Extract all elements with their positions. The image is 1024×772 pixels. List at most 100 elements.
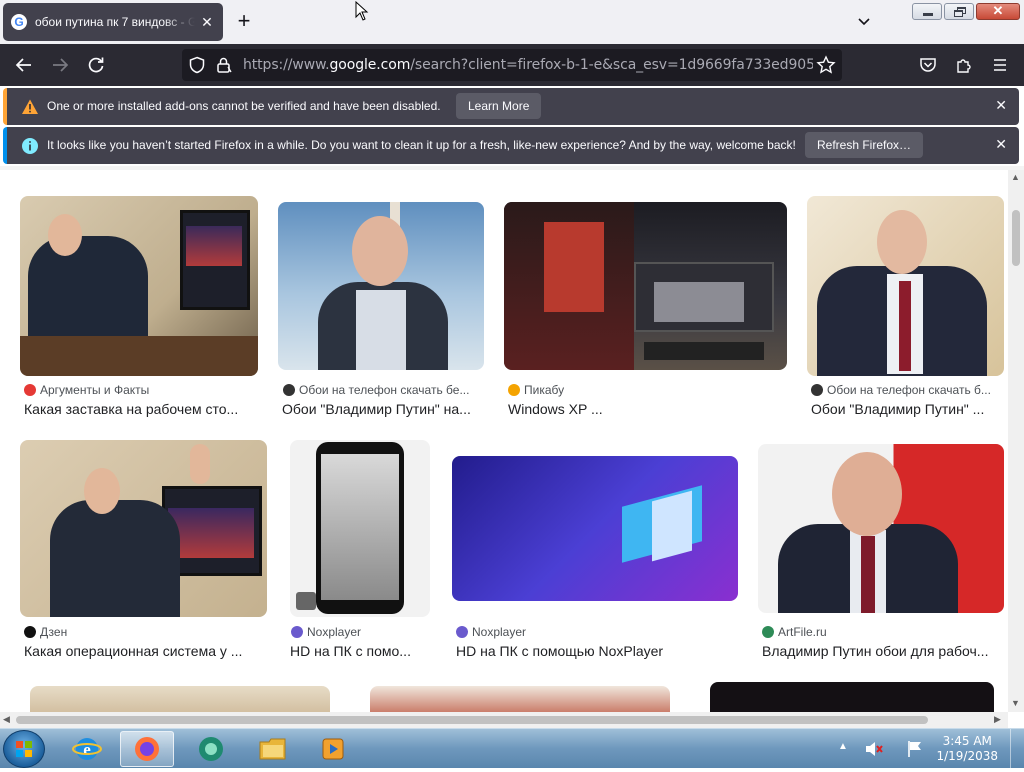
navigation-toolbar: https://www.google.com/search?client=fir… [0, 44, 1024, 86]
tab-close-icon[interactable]: ✕ [199, 14, 215, 31]
pocket-icon [920, 58, 936, 72]
warning-icon [22, 99, 38, 114]
vertical-scrollbar[interactable]: ▲ ▼ [1008, 170, 1024, 712]
learn-more-button[interactable]: Learn More [456, 93, 542, 119]
system-tray: ▲ 3:45 AM 1/19/2038 [834, 729, 1024, 769]
window-controls: ✕ [912, 3, 1020, 20]
taskbar-internet-explorer[interactable]: e [60, 731, 114, 767]
app-menu-button[interactable] [988, 53, 1012, 77]
image-results-grid: Аргументы и Факты Какая заставка на рабо… [0, 170, 1008, 712]
result-title[interactable]: Windows XP ... [508, 401, 784, 417]
reload-button[interactable] [84, 53, 108, 77]
url-text[interactable]: https://www.google.com/search?client=fir… [243, 57, 813, 73]
result-thumbnail[interactable] [20, 196, 258, 376]
tracking-protection-shield-icon[interactable] [188, 56, 206, 74]
close-icon[interactable]: ✕ [995, 97, 1007, 114]
folder-icon [259, 738, 286, 760]
system-clock[interactable]: 3:45 AM 1/19/2038 [936, 734, 998, 764]
result-title[interactable]: HD на ПК с помощью NoxPlayer [456, 643, 736, 659]
result-thumbnail[interactable] [758, 444, 1004, 613]
result-thumbnail[interactable] [807, 196, 1004, 376]
horizontal-scroll-thumb[interactable] [16, 716, 928, 724]
source-favicon-icon [762, 626, 774, 638]
result-source: Noxplayer [456, 625, 526, 639]
bookmark-star-icon[interactable] [816, 55, 836, 75]
close-window-button[interactable]: ✕ [976, 3, 1020, 20]
result-title[interactable]: Владимир Путин обои для рабоч... [762, 643, 1002, 659]
windows-logo-icon [16, 741, 32, 757]
clock-time: 3:45 AM [942, 734, 992, 748]
source-favicon-icon [508, 384, 520, 396]
result-title[interactable]: Какая заставка на рабочем сто... [24, 401, 256, 417]
result-thumbnail[interactable] [452, 456, 738, 601]
url-prefix: https://www. [243, 57, 330, 73]
result-title[interactable]: HD на ПК с помо... [290, 643, 428, 659]
result-thumbnail[interactable] [504, 202, 787, 370]
close-icon[interactable]: ✕ [995, 136, 1007, 153]
vertical-scroll-thumb[interactable] [1012, 210, 1020, 266]
result-thumbnail[interactable] [370, 686, 670, 712]
extensions-button[interactable] [952, 53, 976, 77]
taskbar-firefox[interactable] [120, 731, 174, 767]
source-favicon-icon [291, 626, 303, 638]
back-button[interactable] [12, 53, 36, 77]
list-all-tabs-button[interactable] [852, 12, 876, 32]
google-favicon-icon: G [11, 14, 27, 30]
reload-icon [88, 57, 104, 73]
result-thumbnail[interactable] [30, 686, 330, 712]
result-thumbnail[interactable] [20, 440, 267, 617]
result-thumbnail[interactable] [710, 682, 994, 712]
volume-muted-icon[interactable] [864, 740, 884, 758]
minimize-button[interactable] [912, 3, 942, 20]
source-favicon-icon [24, 626, 36, 638]
show-desktop-button[interactable] [1010, 729, 1024, 769]
puzzle-piece-icon [957, 59, 971, 73]
taskbar-explorer[interactable] [246, 731, 300, 767]
scroll-up-arrow-icon[interactable]: ▲ [1011, 172, 1020, 182]
restore-button[interactable] [944, 3, 974, 20]
horizontal-scrollbar[interactable]: ◀ ▶ [0, 712, 1008, 728]
result-source: Дзен [24, 625, 67, 639]
pocket-button[interactable] [916, 53, 940, 77]
result-title[interactable]: Обои "Владимир Путин" на... [282, 401, 482, 417]
source-favicon-icon [283, 384, 295, 396]
source-favicon-icon [456, 626, 468, 638]
internet-explorer-icon: e [72, 738, 102, 760]
result-source: Noxplayer [291, 625, 361, 639]
refresh-firefox-button[interactable]: Refresh Firefox… [805, 132, 924, 158]
back-arrow-icon [15, 58, 31, 72]
action-center-flag-icon[interactable] [906, 739, 924, 759]
hamburger-menu-icon [994, 59, 1006, 71]
result-source: Пикабу [508, 383, 564, 397]
refresh-firefox-notification: It looks like you haven’t started Firefo… [3, 127, 1019, 164]
new-tab-button[interactable]: + [232, 10, 256, 34]
result-title[interactable]: Обои "Владимир Путин" ... [811, 401, 1001, 417]
taskbar-app[interactable] [184, 731, 238, 767]
start-button[interactable] [3, 730, 45, 768]
clock-date: 1/19/2038 [936, 749, 998, 763]
app-globe-icon [199, 737, 223, 761]
forward-button[interactable] [48, 53, 72, 77]
address-bar[interactable]: https://www.google.com/search?client=fir… [182, 49, 842, 81]
lock-icon[interactable] [215, 56, 233, 74]
result-source: Обои на телефон скачать б... [811, 383, 991, 397]
notification-text: One or more installed add-ons cannot be … [47, 99, 441, 113]
result-title[interactable]: Какая операционная система у ... [24, 643, 264, 659]
forward-arrow-icon [53, 58, 69, 72]
svg-text:e: e [83, 740, 91, 759]
show-hidden-icons-arrow-icon[interactable]: ▲ [838, 741, 848, 752]
taskbar: e ▲ 3:45 AM 1/19/2038 [0, 728, 1024, 769]
result-thumbnail[interactable] [290, 440, 430, 617]
firefox-icon [135, 737, 159, 761]
tab-google-search[interactable]: G обои путина пк 7 виндовс - Google Sear… [3, 3, 223, 41]
scroll-right-arrow-icon[interactable]: ▶ [994, 714, 1001, 725]
addons-disabled-notification: One or more installed add-ons cannot be … [3, 88, 1019, 125]
taskbar-media-player[interactable] [306, 731, 360, 767]
scroll-left-arrow-icon[interactable]: ◀ [3, 714, 10, 725]
scroll-down-arrow-icon[interactable]: ▼ [1011, 698, 1020, 708]
result-source: Обои на телефон скачать бе... [283, 383, 469, 397]
result-thumbnail[interactable] [278, 202, 484, 370]
tab-strip: G обои путина пк 7 виндовс - Google Sear… [0, 0, 1024, 44]
result-source: Аргументы и Факты [24, 383, 149, 397]
url-host: google.com [329, 57, 411, 73]
